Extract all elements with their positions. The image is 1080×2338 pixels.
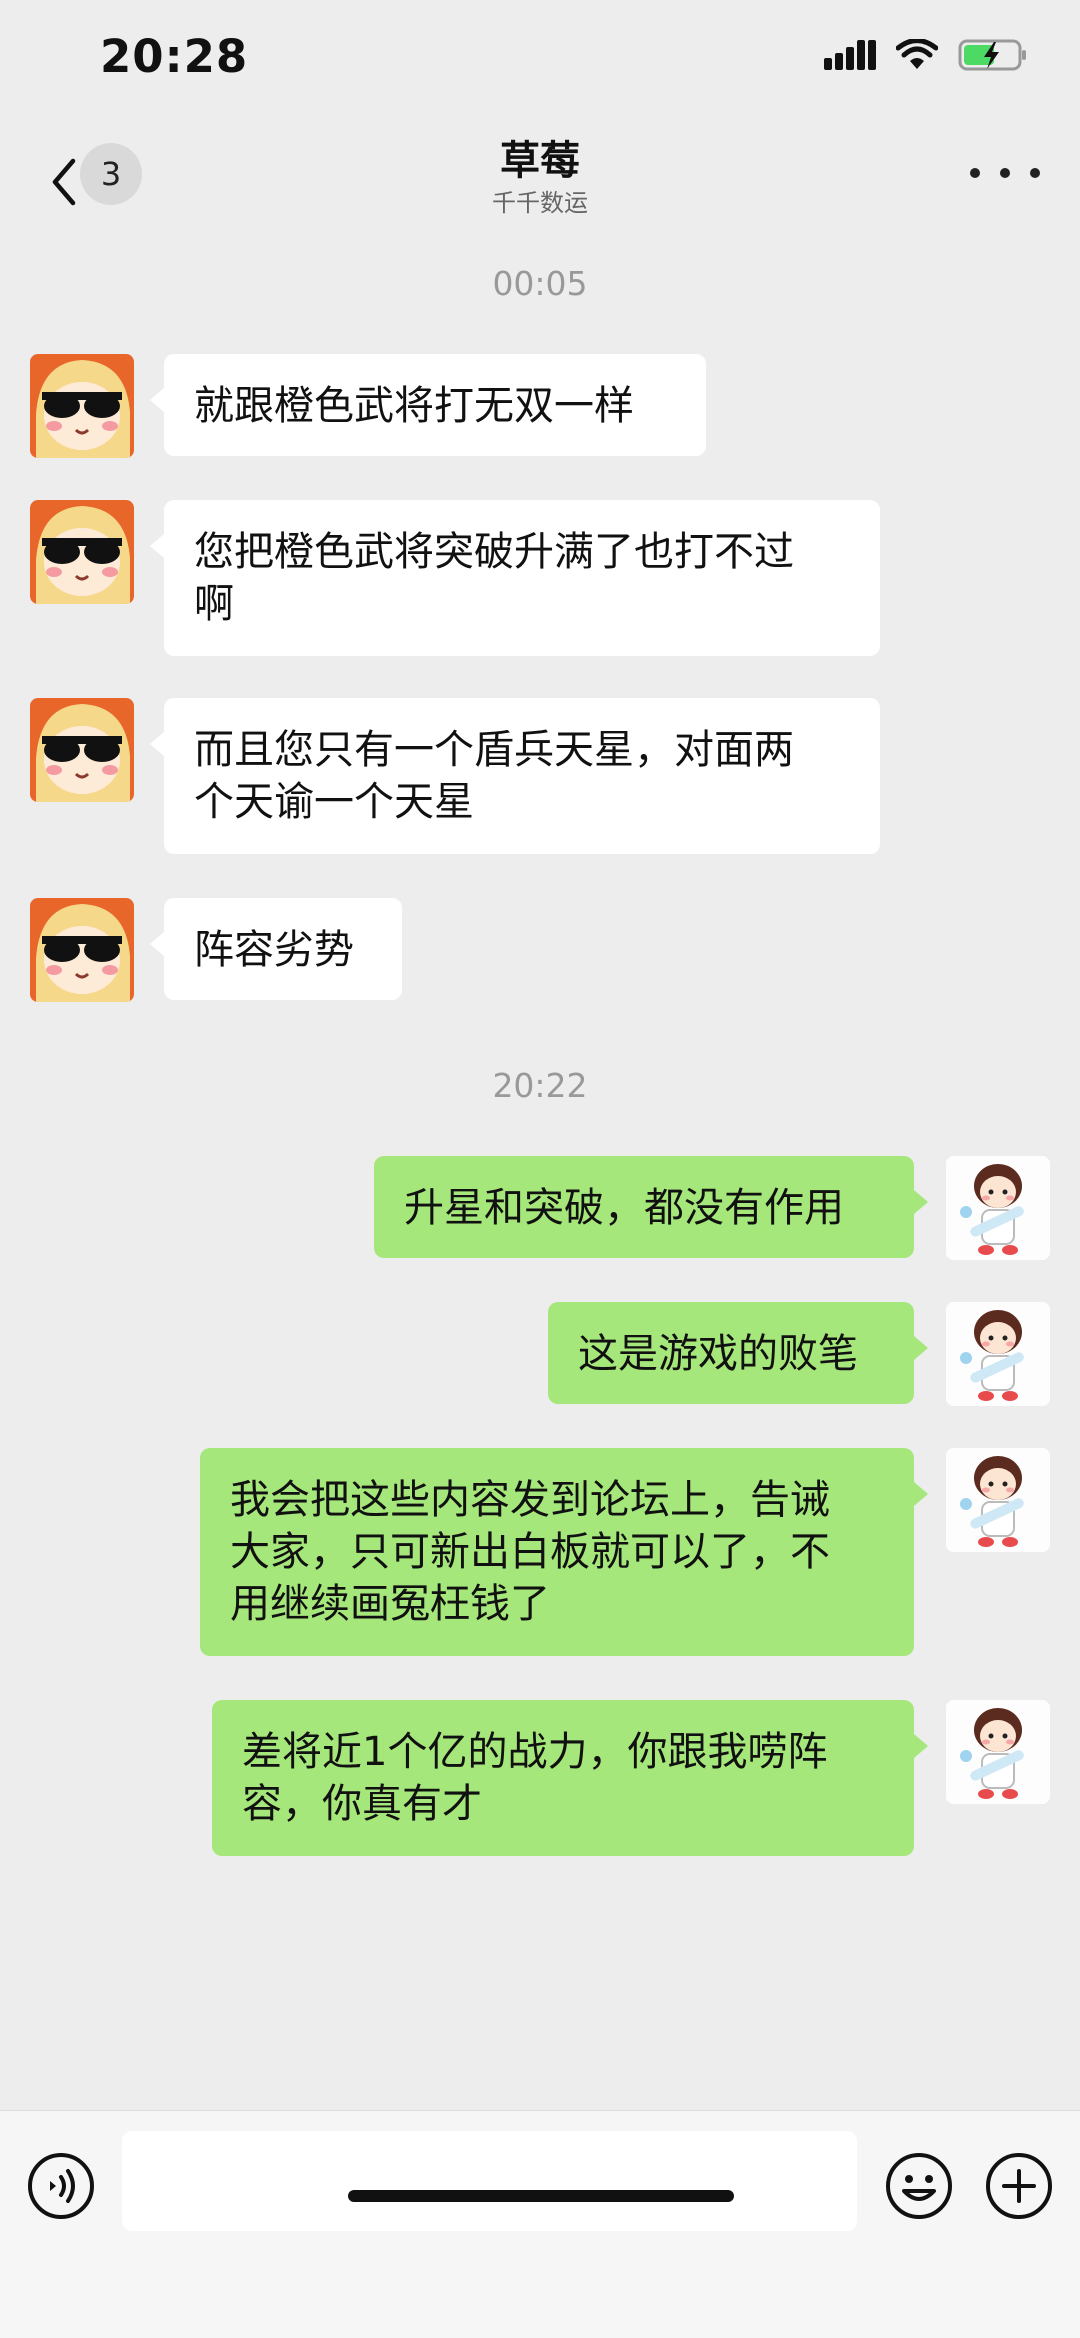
my-avatar[interactable] [946, 1448, 1050, 1552]
my-avatar[interactable] [946, 1302, 1050, 1406]
input-bar [0, 2110, 1080, 2338]
wifi-icon [896, 39, 938, 69]
outgoing-message[interactable]: 我会把这些内容发到论坛上，告诫 大家，只可新出白板就可以了，不 用继续画冤枉钱了 [200, 1448, 928, 1656]
chat-title: 草莓 [500, 138, 580, 184]
contact-avatar[interactable] [30, 354, 134, 458]
my-avatar[interactable] [946, 1700, 1050, 1804]
message-input[interactable] [122, 2131, 857, 2231]
emoji-button[interactable] [884, 2151, 954, 2221]
contact-avatar[interactable] [30, 500, 134, 604]
plus-icon [986, 2153, 1052, 2219]
status-time: 20:28 [100, 30, 249, 83]
incoming-message[interactable]: 而且您只有一个盾兵天星，对面两 个天谕一个天星 [150, 698, 880, 854]
my-avatar[interactable] [946, 1156, 1050, 1260]
battery-charging-icon [958, 39, 1026, 71]
more-functions-button[interactable] [984, 2151, 1054, 2221]
timestamp: 20:22 [492, 1066, 588, 1105]
outgoing-message[interactable]: 升星和突破，都没有作用 [374, 1156, 928, 1258]
voice-button[interactable] [26, 2151, 96, 2221]
incoming-message[interactable]: 就跟橙色武将打无双一样 [150, 354, 706, 456]
outgoing-message[interactable]: 差将近1个亿的战力，你跟我唠阵 容，你真有才 [212, 1700, 928, 1856]
contact-avatar[interactable] [30, 698, 134, 802]
incoming-message[interactable]: 您把橙色武将突破升满了也打不过 啊 [150, 500, 880, 656]
contact-avatar[interactable] [30, 898, 134, 1002]
emoji-icon [886, 2153, 952, 2219]
status-icons [824, 38, 1028, 72]
outgoing-message[interactable]: 这是游戏的败笔 [548, 1302, 928, 1404]
timestamp: 00:05 [492, 264, 588, 303]
voice-icon [28, 2153, 94, 2219]
chat-subtitle: 千千数运 [492, 189, 588, 217]
incoming-message[interactable]: 阵容劣势 [150, 898, 402, 1000]
more-dots-icon [970, 168, 980, 178]
signal-icon [824, 40, 876, 70]
status-bar: 20:28 [0, 0, 1080, 120]
more-button[interactable] [970, 153, 1040, 193]
home-indicator[interactable] [348, 2190, 734, 2202]
